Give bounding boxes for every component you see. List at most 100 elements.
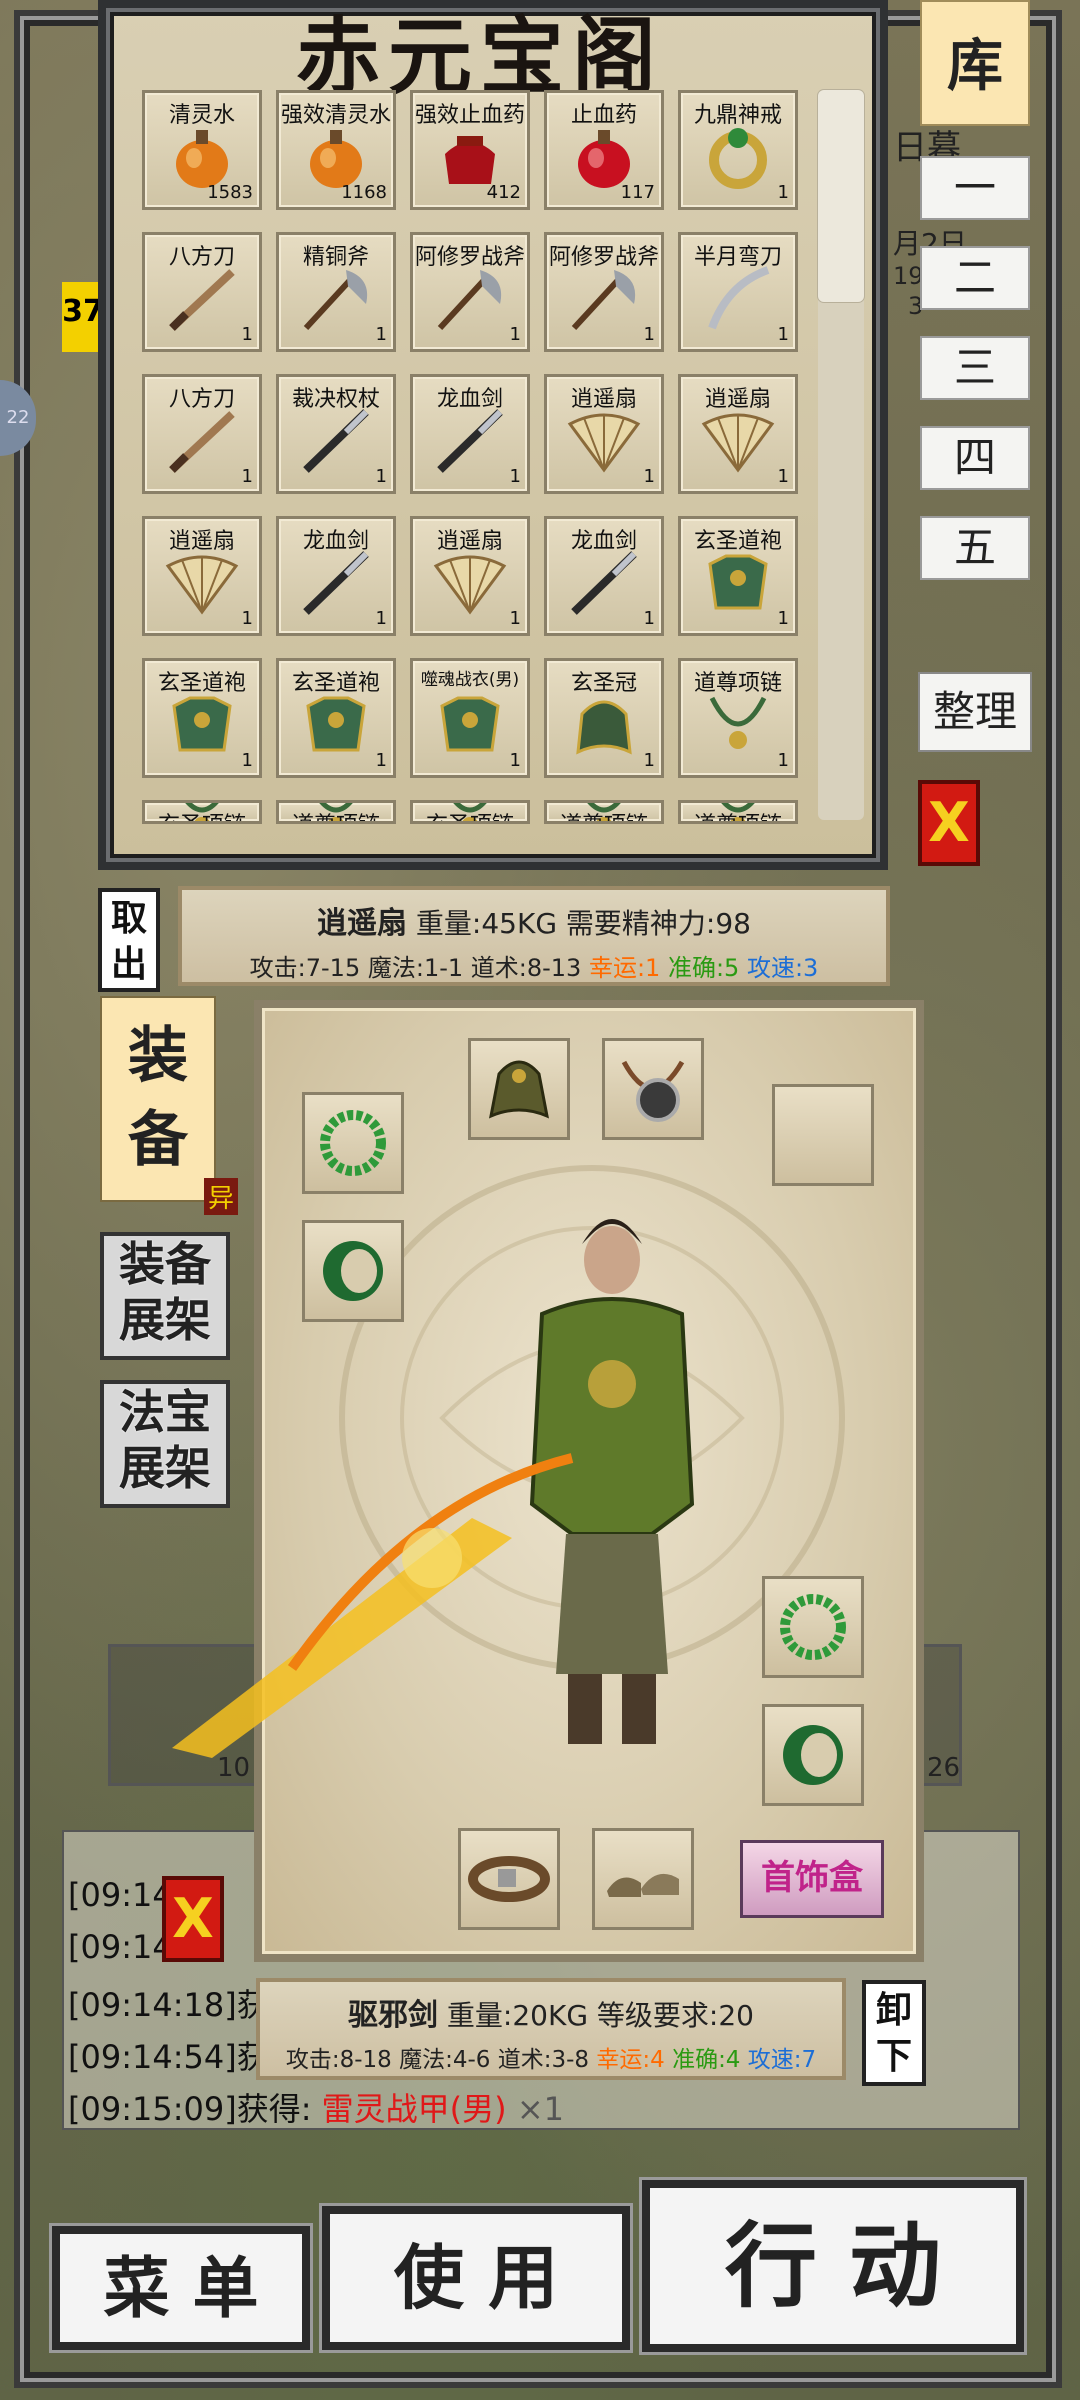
sword-icon	[430, 406, 510, 480]
item-count: 1	[509, 608, 521, 629]
warehouse-slot[interactable]: 龙血剑 1	[276, 516, 396, 636]
warehouse-slot[interactable]: 强效清灵水 1168	[276, 90, 396, 210]
item-name: 道尊项链	[681, 807, 795, 821]
take-out-button[interactable]: 取出	[98, 888, 160, 992]
warehouse-slot[interactable]: 玄圣道袍 1	[678, 516, 798, 636]
selected-item-accuracy: 准确:5	[667, 954, 740, 982]
helmet-slot[interactable]	[468, 1038, 570, 1140]
warehouse-slot[interactable]: 逍遥扇 1	[142, 516, 262, 636]
warehouse-slot[interactable]: 道尊项链	[544, 800, 664, 824]
fan-icon	[564, 406, 644, 480]
warehouse-slot[interactable]: 逍遥扇 1	[544, 374, 664, 494]
bracelet-right-slot[interactable]	[762, 1576, 864, 1678]
warehouse-slot[interactable]: 龙血剑 1	[410, 374, 530, 494]
warehouse-slot[interactable]: 道尊项链 1	[678, 658, 798, 778]
item-count: 1	[241, 324, 253, 345]
status-fragment: 异	[204, 1178, 239, 1215]
warehouse-slot[interactable]: 玄圣项链	[142, 800, 262, 824]
warehouse-slot[interactable]: 逍遥扇 1	[410, 516, 530, 636]
item-name: 逍遥扇	[436, 529, 503, 554]
equipped-item-name: 驱邪剑	[348, 1998, 438, 2033]
page-tab-5[interactable]: 五	[920, 516, 1030, 580]
item-count: 1	[375, 750, 387, 771]
bracelet-left-slot[interactable]	[302, 1092, 404, 1194]
warehouse-slot[interactable]: 玄圣道袍 1	[142, 658, 262, 778]
unequip-label: 卸下	[875, 1990, 912, 2077]
jewelry-box-button[interactable]: 首饰盒	[740, 1840, 884, 1918]
warehouse-slot[interactable]: 裁决权杖 1	[276, 374, 396, 494]
page-tab-2[interactable]: 二	[920, 246, 1030, 310]
log-item[interactable]: 雷灵战甲(男)	[322, 2090, 507, 2128]
page-tab-4[interactable]: 四	[920, 426, 1030, 490]
bracelet-icon	[320, 1110, 386, 1176]
warehouse-slot[interactable]: 阿修罗战斧 1	[544, 232, 664, 352]
equipment-shelf-button[interactable]: 装备展架	[100, 1232, 230, 1360]
scrollbar-thumb[interactable]	[818, 90, 864, 302]
boots-slot[interactable]	[592, 1828, 694, 1930]
blade-icon	[162, 406, 242, 480]
item-count: 1	[375, 324, 387, 345]
warehouse-close-button[interactable]: X	[918, 780, 980, 866]
sword-icon	[296, 548, 376, 622]
item-count: 1	[509, 750, 521, 771]
item-count: 1	[777, 466, 789, 487]
item-name: 裁决权杖	[291, 387, 380, 412]
item-name: 龙血剑	[436, 387, 503, 412]
selected-item-name: 逍遥扇	[317, 906, 407, 941]
equipment-shelf-label: 装备展架	[119, 1237, 211, 1347]
armor-icon	[430, 690, 510, 764]
warehouse-slot[interactable]: 八方刀 1	[142, 232, 262, 352]
belt-slot[interactable]	[458, 1828, 560, 1930]
warehouse-slot[interactable]: 清灵水 1583	[142, 90, 262, 210]
warehouse-slot[interactable]: 止血药 117	[544, 90, 664, 210]
necklace-icon	[621, 1060, 685, 1122]
warehouse-slot[interactable]: 噬魂战衣(男) 1	[410, 658, 530, 778]
item-name: 清灵水	[168, 103, 235, 128]
helmet-icon	[564, 690, 644, 764]
warehouse-slot[interactable]: 八方刀 1	[142, 374, 262, 494]
log-line: [09:14	[68, 1876, 173, 1914]
item-name: 龙血剑	[302, 529, 369, 554]
warehouse-slot[interactable]: 龙血剑 1	[544, 516, 664, 636]
warehouse-slot[interactable]: 强效止血药 412	[410, 90, 530, 210]
warehouse-slot[interactable]: 阿修罗战斧 1	[410, 232, 530, 352]
warehouse-slot[interactable]: 玄圣项链	[410, 800, 530, 824]
warehouse-slot[interactable]: 九鼎神戒 1	[678, 90, 798, 210]
warehouse-scrollbar[interactable]	[818, 90, 864, 820]
sort-button[interactable]: 整理	[918, 672, 1032, 752]
ring-right-slot[interactable]	[762, 1704, 864, 1806]
item-name: 精铜斧	[302, 245, 369, 270]
ground-count: 26	[927, 1753, 961, 1783]
action-button[interactable]: 行 动	[642, 2180, 1024, 2352]
item-name: 八方刀	[168, 387, 235, 412]
equipped-item-meta: 重量:20KG 等级要求:20	[438, 1999, 754, 2032]
unequip-button[interactable]: 卸下	[862, 1980, 926, 2086]
menu-button[interactable]: 菜 单	[52, 2226, 310, 2350]
ring-left-slot[interactable]	[302, 1220, 404, 1322]
sword-icon	[564, 548, 644, 622]
warehouse-slot[interactable]: 玄圣道袍 1	[276, 658, 396, 778]
equipment-panel: 首饰盒	[172, 1000, 924, 1962]
necklace-slot[interactable]	[602, 1038, 704, 1140]
equipment-tab[interactable]: 装备	[100, 996, 216, 1202]
warehouse-slot[interactable]: 半月弯刀 1	[678, 232, 798, 352]
medal-slot[interactable]	[772, 1084, 874, 1186]
log-line: [09:14:18]获	[68, 1986, 269, 2024]
equipped-item-info: 驱邪剑 重量:20KG 等级要求:20 攻击:8-18 魔法:4-6 道术:3-…	[256, 1978, 846, 2080]
log-close-button[interactable]: X	[162, 1876, 224, 1962]
item-count: 1	[777, 608, 789, 629]
use-button[interactable]: 使 用	[322, 2206, 630, 2350]
page-tab-3[interactable]: 三	[920, 336, 1030, 400]
warehouse-slot[interactable]: 道尊项链	[276, 800, 396, 824]
sword-icon	[296, 406, 376, 480]
page-tab-1[interactable]: 一	[920, 156, 1030, 220]
warehouse-slot[interactable]: 逍遥扇 1	[678, 374, 798, 494]
warehouse-slot[interactable]: 玄圣冠 1	[544, 658, 664, 778]
item-count: 1	[777, 750, 789, 771]
item-name: 强效清灵水	[280, 103, 391, 128]
fan-icon	[162, 548, 242, 622]
log-line-latest: [09:15:09]获得: 雷灵战甲(男) ×1	[68, 2084, 564, 2130]
warehouse-slot[interactable]: 精铜斧 1	[276, 232, 396, 352]
warehouse-slot[interactable]: 道尊项链	[678, 800, 798, 824]
item-name: 噬魂战衣(男)	[420, 670, 520, 690]
